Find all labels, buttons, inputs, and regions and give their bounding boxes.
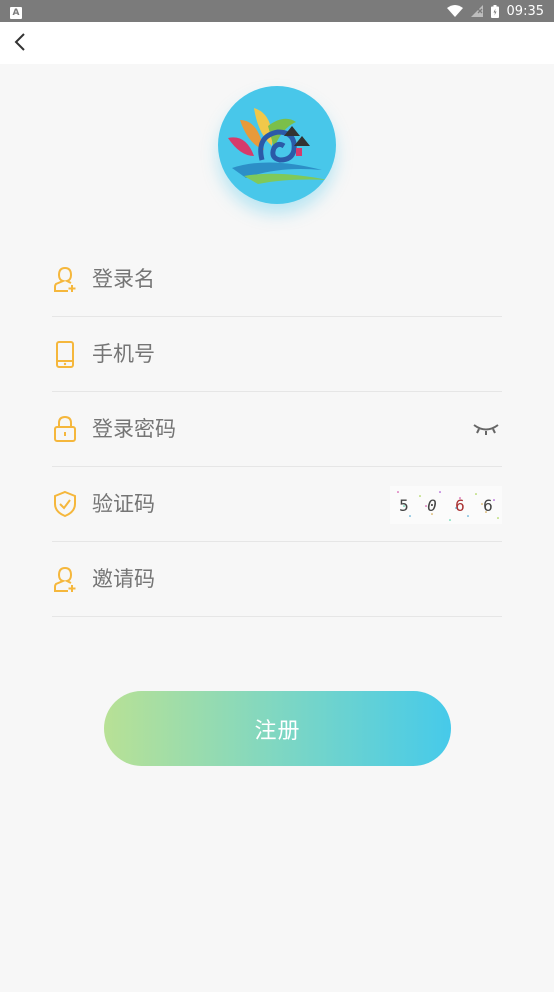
captcha-char: 6: [483, 495, 493, 515]
captcha-row: 5 0 6 6: [52, 467, 502, 542]
username-input[interactable]: [92, 259, 502, 299]
username-row: [52, 242, 502, 317]
notification-icon: A: [10, 6, 22, 19]
chevron-left-icon: [14, 33, 25, 51]
phone-icon: [52, 339, 78, 369]
status-right: 09:35: [446, 3, 544, 19]
phone-row: [52, 317, 502, 392]
battery-icon: [490, 4, 499, 18]
password-input[interactable]: [92, 409, 502, 449]
status-time: 09:35: [506, 3, 544, 19]
captcha-char: 0: [427, 495, 437, 515]
captcha-image[interactable]: 5 0 6 6: [390, 486, 502, 524]
wifi-icon: [446, 5, 463, 17]
captcha-char: 6: [455, 495, 465, 515]
nav-bar: [0, 22, 554, 64]
user-add-icon: [52, 264, 78, 294]
lock-icon: [52, 414, 78, 444]
signal-icon: [470, 5, 483, 17]
user-add-icon: [52, 564, 78, 594]
password-row: [52, 392, 502, 467]
status-left: A: [10, 4, 22, 19]
status-bar: A 09:35: [0, 0, 554, 22]
logo-graphic: [228, 108, 328, 184]
shield-check-icon: [52, 489, 78, 519]
register-form: 5 0 6 6: [52, 242, 502, 617]
eye-closed-icon: [473, 424, 499, 435]
invite-code-input[interactable]: [92, 559, 502, 599]
invite-row: [52, 542, 502, 617]
back-button[interactable]: [6, 28, 34, 56]
app-logo: [218, 86, 336, 204]
toggle-password-button[interactable]: [472, 418, 500, 440]
phone-input[interactable]: [92, 334, 502, 374]
register-button[interactable]: 注册: [104, 691, 451, 766]
captcha-char: 5: [399, 495, 409, 515]
